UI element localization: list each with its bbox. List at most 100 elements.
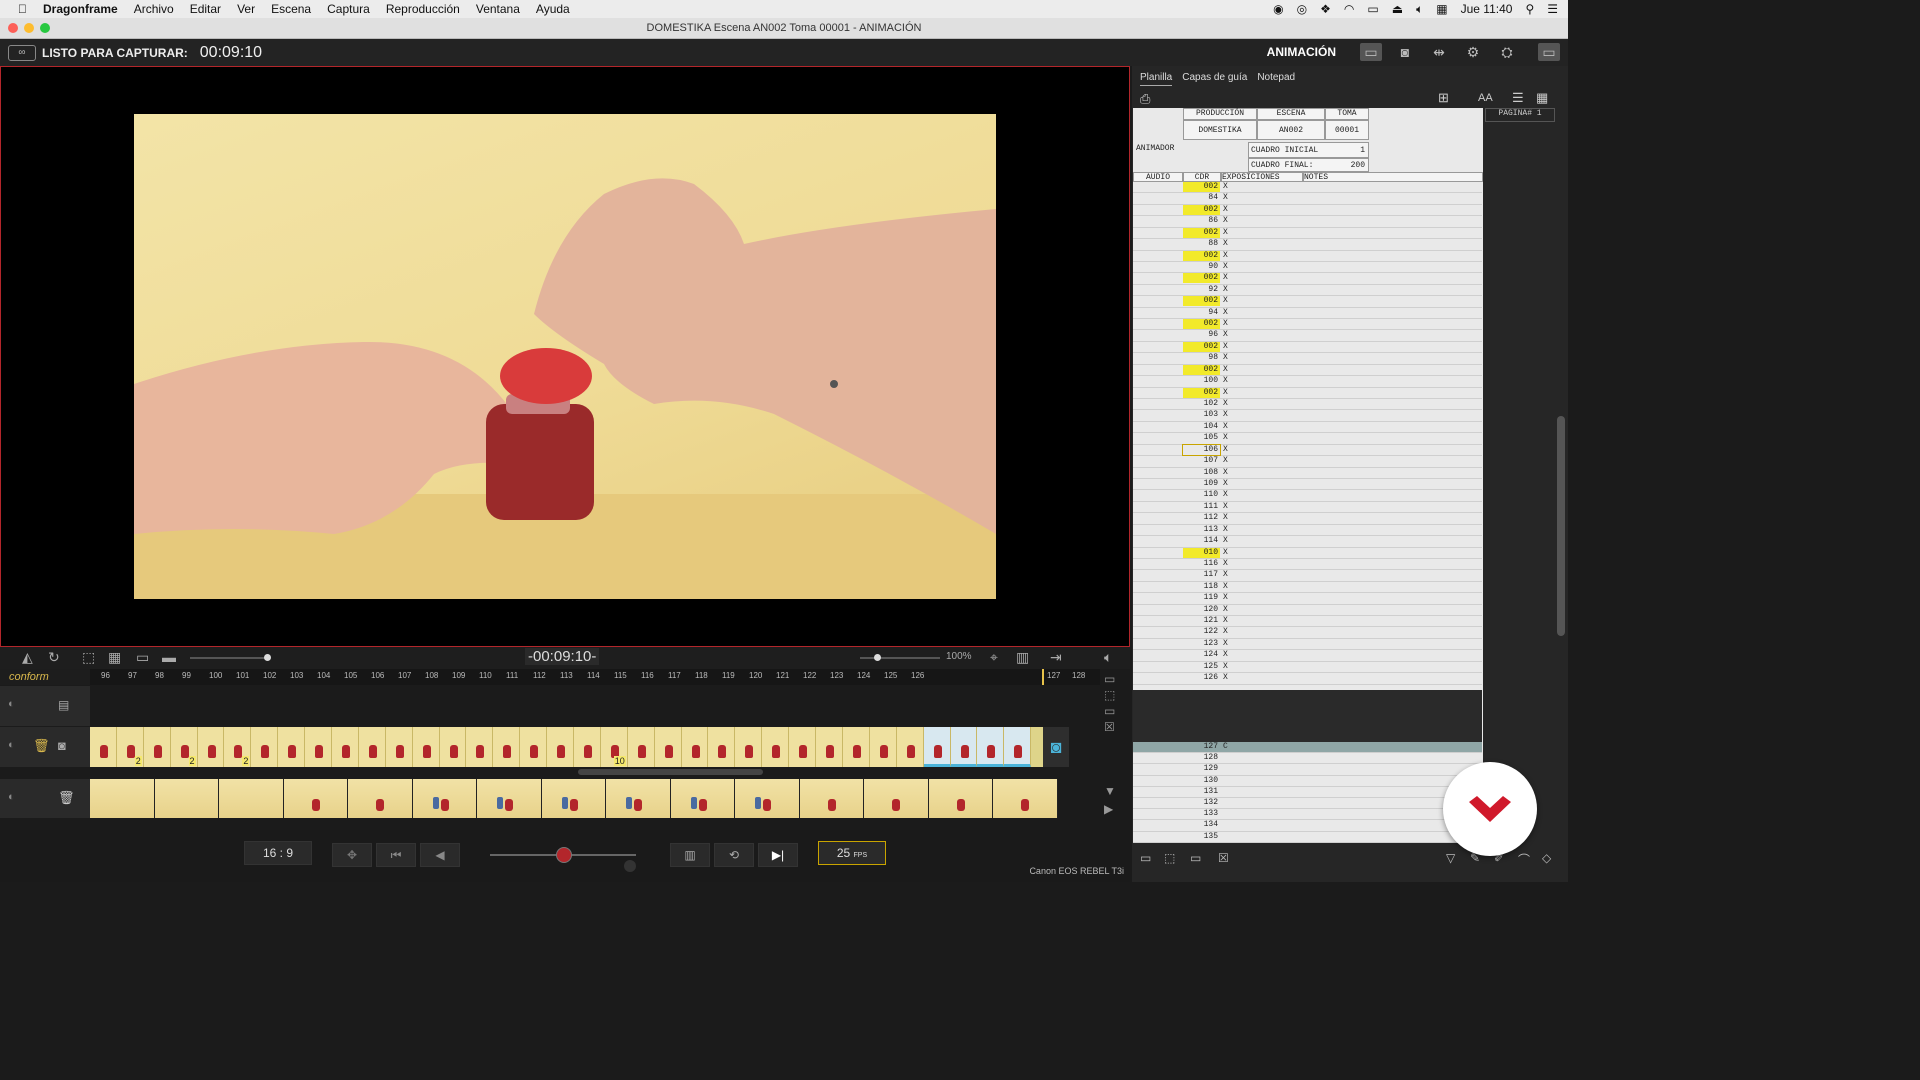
xsheet-row[interactable]: 002 X <box>1133 204 1482 217</box>
timeline-scrollbar[interactable] <box>578 769 763 775</box>
cdr-cell[interactable]: 86 <box>1183 216 1220 226</box>
cdr-cell[interactable]: 96 <box>1183 330 1220 340</box>
cdr-cell[interactable]: 126 <box>1183 673 1220 683</box>
cdr-cell[interactable]: 111 <box>1183 502 1220 512</box>
xsheet-row[interactable]: 002 X <box>1133 182 1482 194</box>
frame-thumb[interactable] <box>950 727 978 767</box>
xsheet-row[interactable]: 103 X <box>1133 410 1482 422</box>
frame-thumb[interactable] <box>627 727 655 767</box>
play-live-button[interactable]: ▶︎| <box>758 843 798 867</box>
timeline-expand-icon[interactable]: ⇥ <box>1050 649 1062 666</box>
cdr-cell[interactable]: 92 <box>1183 285 1220 295</box>
xsheet-row[interactable]: 122 X <box>1133 627 1482 639</box>
cdr-cell[interactable]: 105 <box>1183 433 1220 443</box>
cdr-cell[interactable]: 002 <box>1183 341 1220 352</box>
playback-slider-thumb[interactable] <box>556 847 572 863</box>
clip-thumb[interactable] <box>348 779 413 818</box>
creative-cloud-icon[interactable]: ◎ <box>1297 2 1307 16</box>
xsheet-row[interactable]: 126 X <box>1133 673 1482 685</box>
flag-icon[interactable]: ▦ <box>1436 2 1447 16</box>
cdr-cell[interactable]: 112 <box>1183 513 1220 523</box>
cdr-cell[interactable]: 108 <box>1183 468 1220 478</box>
frame-thumb[interactable] <box>1004 727 1032 767</box>
menu-ventana[interactable]: Ventana <box>476 0 520 18</box>
cdr-cell[interactable]: 88 <box>1183 239 1220 249</box>
eject-icon[interactable]: ⏏ <box>1392 2 1403 16</box>
audio-icon[interactable]: 🔈︎ <box>1104 649 1112 666</box>
xsheet-row[interactable]: 102 X <box>1133 399 1482 411</box>
cdr-cell[interactable]: 129 <box>1183 764 1220 774</box>
cdr-cell[interactable]: 002 <box>1183 182 1220 192</box>
tab-capas-de-guia[interactable]: Capas de guía <box>1182 70 1247 86</box>
xsheet-row[interactable]: 108 X <box>1133 468 1482 479</box>
wifi-icon[interactable]: ◠ <box>1344 2 1354 16</box>
fit-icon[interactable]: ⬚ <box>1104 688 1115 702</box>
frame-thumb[interactable] <box>412 727 440 767</box>
cdr-cell[interactable]: 100 <box>1183 376 1220 386</box>
xsheet-row[interactable]: 84 X <box>1133 193 1482 205</box>
reference-clip-strip[interactable] <box>90 779 1058 818</box>
xsheet-row[interactable]: 116 X <box>1133 559 1482 571</box>
add-column-icon[interactable]: ⊞ <box>1438 90 1449 106</box>
cdr-cell[interactable]: 90 <box>1183 262 1220 272</box>
frame-thumb[interactable] <box>547 727 575 767</box>
xsheet-row[interactable]: 002 X <box>1133 341 1482 354</box>
menu-editar[interactable]: Editar <box>190 0 221 18</box>
motion-control-icon[interactable]: ⇹ <box>1428 43 1450 61</box>
clip-thumb[interactable] <box>477 779 542 818</box>
frame-thumb[interactable]: 2 <box>116 727 144 767</box>
xsheet-row[interactable]: 92 X <box>1133 285 1482 297</box>
frame-thumb[interactable] <box>197 727 225 767</box>
cdr-cell[interactable]: 002 <box>1183 250 1220 261</box>
exposure-sheet[interactable]: PRODUCCIÓN ESCENA TOMA DOMESTIKA AN002 0… <box>1133 108 1555 843</box>
print-icon[interactable]: ⎙ <box>1140 91 1150 107</box>
xsheet-row[interactable]: 107 X <box>1133 456 1482 468</box>
eraser-tool-icon[interactable]: ◇ <box>1542 851 1551 865</box>
xsheet-row[interactable]: 002 X <box>1133 296 1482 308</box>
cuadro-final-field[interactable]: CUADRO FINAL: 200 <box>1248 158 1369 172</box>
cdr-cell[interactable]: 119 <box>1183 593 1220 603</box>
menu-ayuda[interactable]: Ayuda <box>536 0 570 18</box>
cdr-cell[interactable]: 124 <box>1183 650 1220 660</box>
settings-icon[interactable]: ⛭ <box>1496 43 1518 61</box>
frame-thumb[interactable] <box>358 727 386 767</box>
clip-thumb[interactable] <box>799 779 864 818</box>
cdr-cell[interactable]: 130 <box>1183 776 1220 786</box>
cdr-cell[interactable]: 98 <box>1183 353 1220 363</box>
close-window-button[interactable] <box>8 23 18 33</box>
menu-reproduccion[interactable]: Reproducción <box>386 0 460 18</box>
opacity-slider[interactable] <box>190 657 270 659</box>
clip-thumb[interactable] <box>993 779 1058 818</box>
cdr-cell[interactable]: 84 <box>1183 193 1220 203</box>
frame-thumb[interactable] <box>493 727 521 767</box>
live-frame-camera-icon[interactable]: ◙ <box>1043 727 1069 767</box>
cdr-cell[interactable]: 134 <box>1183 820 1220 830</box>
xsheet-row[interactable]: 111 X <box>1133 502 1482 514</box>
dmx-icon[interactable]: ⚙ <box>1462 43 1484 61</box>
frame-thumb[interactable] <box>681 727 709 767</box>
xsheet-row[interactable]: 105 X <box>1133 433 1482 445</box>
mask-icon[interactable]: ⬚ <box>82 649 95 666</box>
cdr-cell[interactable]: 102 <box>1183 399 1220 409</box>
cdr-cell[interactable]: 128 <box>1183 753 1220 763</box>
clip-thumb[interactable] <box>219 779 284 818</box>
sheet-scrollbar[interactable] <box>1557 416 1565 636</box>
xsheet-row[interactable]: 114 X <box>1133 536 1482 548</box>
xsheet-row[interactable]: 133 <box>1133 809 1482 821</box>
frame-thumb[interactable] <box>251 727 279 767</box>
xsheet-row[interactable]: 88 X <box>1133 239 1482 251</box>
menu-captura[interactable]: Captura <box>327 0 370 18</box>
animation-mode-icon[interactable]: ▭ <box>1360 43 1382 61</box>
frame-thumb[interactable] <box>708 727 736 767</box>
frame-thumb[interactable] <box>923 727 951 767</box>
trash-icon[interactable]: 🗑︎ <box>58 790 75 806</box>
clip-thumb[interactable] <box>864 779 929 818</box>
frame-thumb[interactable] <box>574 727 601 767</box>
clip-thumb[interactable] <box>90 779 155 818</box>
frame-thumb[interactable] <box>654 727 682 767</box>
sheet-fit-icon[interactable]: ⬚ <box>1164 851 1175 865</box>
cdr-cell[interactable]: 131 <box>1183 787 1220 797</box>
frame-thumb[interactable] <box>520 727 548 767</box>
cdr-cell[interactable]: 114 <box>1183 536 1220 546</box>
timeline-ruler[interactable]: 96 97 98 99 100 101 102 103 104 105 106 … <box>90 669 1100 685</box>
